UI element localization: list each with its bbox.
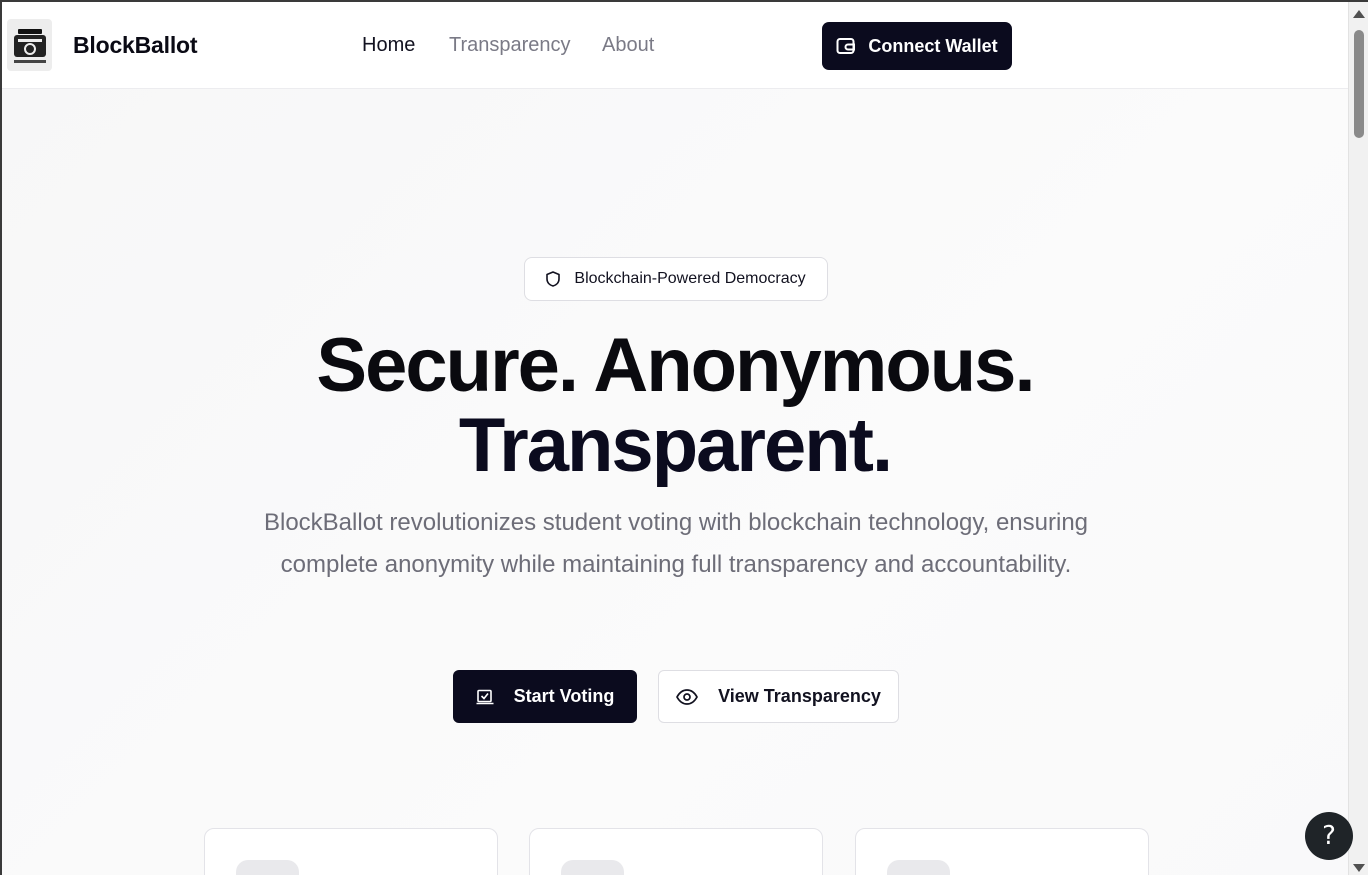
help-button[interactable]: ? <box>1305 812 1353 860</box>
ballot-box-logo[interactable] <box>7 19 52 71</box>
hero-subtitle: BlockBallot revolutionizes student votin… <box>263 509 1089 578</box>
feature-card-icon <box>236 860 299 875</box>
hero-headline: Secure. Anonymous. Transparent. <box>2 326 1348 486</box>
view-transparency-label: View Transparency <box>718 686 881 706</box>
nav-about[interactable]: About <box>602 34 654 57</box>
vote-checkbox-icon <box>476 689 494 704</box>
feature-card-2 <box>529 828 823 875</box>
app-window: BlockBallot Home Transparency About Conn… <box>0 0 1368 875</box>
headline-line-1: Secure. Anonymous. <box>316 323 1035 408</box>
headline-line-2: Transparent. <box>458 403 893 488</box>
badge-label: Blockchain-Powered Democracy <box>574 270 806 287</box>
nav-home[interactable]: Home <box>362 34 415 57</box>
connect-wallet-label: Connect Wallet <box>868 35 998 56</box>
scroll-thumb[interactable] <box>1354 30 1364 138</box>
wallet-icon <box>836 38 856 54</box>
feature-card-icon <box>561 860 624 875</box>
connect-wallet-button[interactable]: Connect Wallet <box>822 22 1012 70</box>
scroll-down-arrow-icon[interactable] <box>1353 864 1365 872</box>
start-voting-label: Start Voting <box>513 686 615 706</box>
eye-icon <box>676 688 699 705</box>
feature-card-icon <box>887 860 950 875</box>
feature-card-3 <box>855 828 1149 875</box>
start-voting-button[interactable]: Start Voting <box>453 670 637 723</box>
feature-card-1 <box>204 828 498 875</box>
view-transparency-button[interactable]: View Transparency <box>658 670 899 723</box>
vertical-scrollbar[interactable] <box>1348 2 1368 875</box>
nav-transparency[interactable]: Transparency <box>449 34 571 57</box>
shield-icon <box>546 271 561 287</box>
brand-name[interactable]: BlockBallot <box>73 32 198 59</box>
badge-pill: Blockchain-Powered Democracy <box>524 257 828 301</box>
top-navbar: BlockBallot Home Transparency About Conn… <box>2 2 1348 89</box>
logo-icon <box>13 29 46 63</box>
hero-section: Blockchain-Powered Democracy Secure. Ano… <box>2 89 1348 875</box>
scroll-up-arrow-icon[interactable] <box>1353 10 1365 18</box>
